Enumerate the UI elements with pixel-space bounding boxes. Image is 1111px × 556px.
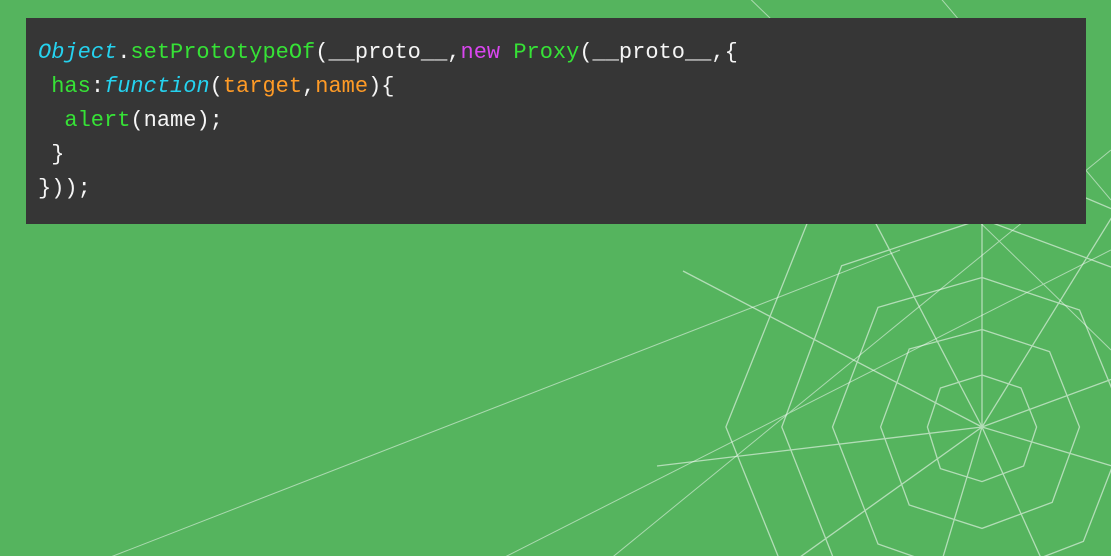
token-alert: alert	[64, 108, 130, 133]
token-rparen: )	[64, 176, 77, 201]
token-proto: __proto__	[328, 40, 447, 65]
token-has: has	[51, 74, 91, 99]
token-rparen: )	[368, 74, 381, 99]
token-indent	[38, 74, 51, 99]
token-lbrace: {	[381, 74, 394, 99]
token-method: setPrototypeOf	[130, 40, 315, 65]
code-line-4: }	[38, 142, 64, 167]
token-space	[500, 40, 513, 65]
token-rbrace: }	[51, 142, 64, 167]
code-line-3: alert(name);	[38, 108, 223, 133]
code-snippet: Object.setPrototypeOf(__proto__,new Prox…	[26, 18, 1086, 224]
token-rparen: )	[51, 176, 64, 201]
token-dot: .	[117, 40, 130, 65]
token-target: target	[223, 74, 302, 99]
code-line-5: }));	[38, 176, 91, 201]
token-proto: __proto__	[593, 40, 712, 65]
page-canvas: Object.setPrototypeOf(__proto__,new Prox…	[0, 0, 1111, 556]
token-name: name	[315, 74, 368, 99]
token-colon: :	[91, 74, 104, 99]
token-indent	[38, 142, 51, 167]
token-rparen: )	[196, 108, 209, 133]
token-object: Object	[38, 40, 117, 65]
token-comma: ,	[302, 74, 315, 99]
token-semi: ;	[78, 176, 91, 201]
token-proxy: Proxy	[513, 40, 579, 65]
token-lparen: (	[579, 40, 592, 65]
token-name: name	[144, 108, 197, 133]
token-comma: ,	[447, 40, 460, 65]
token-lparen: (	[210, 74, 223, 99]
token-indent	[38, 108, 64, 133]
token-new: new	[461, 40, 501, 65]
token-lparen: (	[315, 40, 328, 65]
token-semi: ;	[210, 108, 223, 133]
code-line-2: has:function(target,name){	[38, 74, 394, 99]
token-lbrace: {	[725, 40, 738, 65]
token-comma: ,	[711, 40, 724, 65]
code-line-1: Object.setPrototypeOf(__proto__,new Prox…	[38, 40, 738, 65]
token-function: function	[104, 74, 210, 99]
token-rbrace: }	[38, 176, 51, 201]
token-lparen: (	[130, 108, 143, 133]
